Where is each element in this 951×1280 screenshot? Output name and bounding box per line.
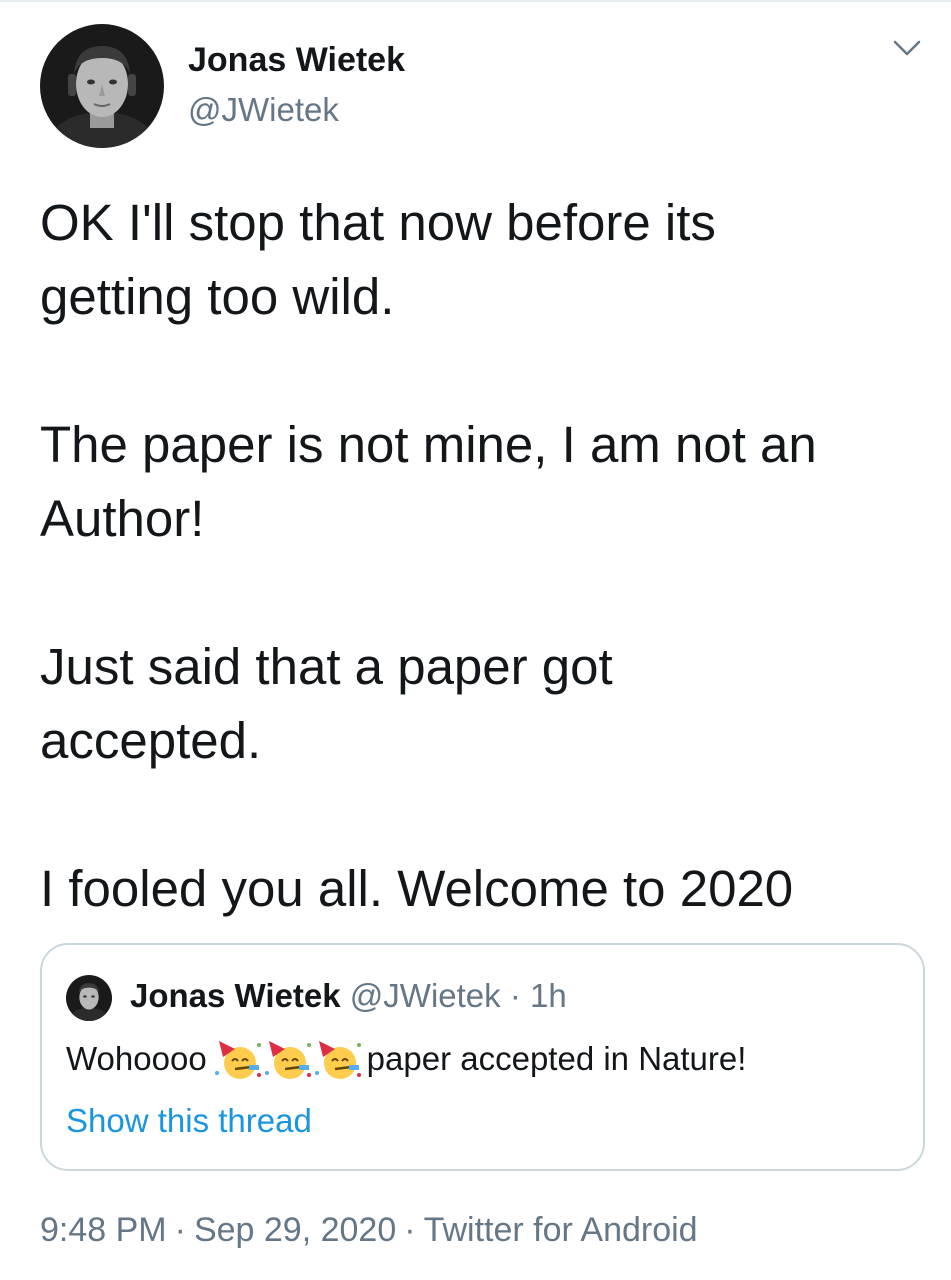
tweet-header: Jonas Wietek @JWietek <box>40 24 930 148</box>
quoted-tweet-card[interactable]: Jonas Wietek @JWietek · 1h Wohoooo paper… <box>40 943 925 1171</box>
tweet-paragraph: OK I'll stop that now before its getting… <box>40 186 920 334</box>
quoted-text-after: paper accepted in Nature! <box>366 1040 747 1077</box>
tweet-date[interactable]: Sep 29, 2020 <box>194 1211 396 1249</box>
quoted-timestamp: · 1h <box>509 977 567 1014</box>
author-name[interactable]: Jonas Wietek <box>188 40 405 80</box>
tweet-line: Just said that a paper got <box>40 638 613 695</box>
quoted-header: Jonas Wietek @JWietek · 1h <box>130 975 567 1017</box>
tweet-line: Author! <box>40 490 205 547</box>
tweet-paragraph: The paper is not mine, I am not an Autho… <box>40 408 920 556</box>
partying-face-icon <box>213 1037 263 1081</box>
tweet-time[interactable]: 9:48 PM <box>40 1211 167 1249</box>
quoted-avatar <box>66 975 112 1021</box>
tweet-line: OK I'll stop that now before its <box>40 194 716 251</box>
meta-separator: · <box>174 1211 186 1249</box>
emoji-group <box>213 1037 363 1081</box>
meta-separator: · <box>404 1211 416 1249</box>
chevron-down-icon[interactable] <box>892 38 922 58</box>
tweet-text: OK I'll stop that now before its getting… <box>40 186 920 926</box>
partying-face-icon <box>263 1037 313 1081</box>
tweet-source[interactable]: Twitter for Android <box>424 1211 698 1249</box>
partying-face-icon <box>313 1037 363 1081</box>
tweet-paragraph: Just said that a paper got accepted. <box>40 630 920 778</box>
avatar[interactable] <box>40 24 164 148</box>
tweet-metadata: 9:48 PM · Sep 29, 2020 · Twitter for Android <box>40 1208 698 1252</box>
show-thread-link[interactable]: Show this thread <box>66 1099 312 1143</box>
quoted-text-before: Wohoooo <box>66 1040 207 1077</box>
tweet-paragraph: I fooled you all. Welcome to 2020 <box>40 852 920 926</box>
quoted-author-name: Jonas Wietek <box>130 977 341 1014</box>
quoted-text: Wohoooo paper accepted in Nature! <box>66 1037 746 1081</box>
top-divider <box>0 0 951 2</box>
tweet-line: I fooled you all. Welcome to 2020 <box>40 860 794 917</box>
tweet-line: getting too wild. <box>40 268 395 325</box>
author-handle[interactable]: @JWietek <box>188 90 339 130</box>
tweet-line: The paper is not mine, I am not an <box>40 416 817 473</box>
tweet-line: accepted. <box>40 712 262 769</box>
quoted-author-handle: @JWietek <box>349 977 501 1014</box>
